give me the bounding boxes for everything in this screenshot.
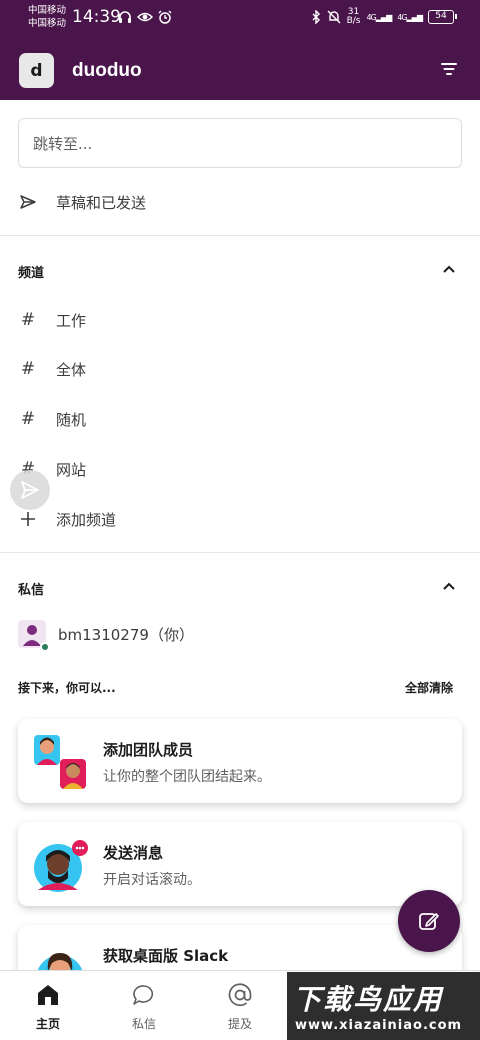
floating-send-button[interactable] xyxy=(10,470,50,510)
send-icon xyxy=(19,194,37,210)
online-status-dot xyxy=(40,642,50,652)
compose-button[interactable] xyxy=(398,890,460,952)
next-steps-title: 接下来，你可以... xyxy=(18,681,116,695)
tab-home[interactable]: 主页 xyxy=(18,981,78,1032)
card-title: 发送消息 xyxy=(103,844,164,862)
signal-1-icon: 4G▂▄▆ xyxy=(366,12,392,22)
watermark-url: www.xiazainiao.com xyxy=(295,1018,463,1033)
watermark-title: 下载鸟应用 xyxy=(293,983,444,1016)
channel-label: 随机 xyxy=(56,410,87,429)
add-channel-label: 添加频道 xyxy=(56,510,117,529)
network-speed: 31 B/s xyxy=(346,7,361,26)
channel-label: 工作 xyxy=(56,311,87,330)
channel-item[interactable]: # 网站 xyxy=(0,447,480,491)
status-bar: 中国移动 中国移动 14:39 31 B/s 4G▂▄▆ 4G▂▄▆ 54 xyxy=(0,0,480,38)
channel-item[interactable]: # 全体 xyxy=(0,347,480,391)
dm-bubble-icon xyxy=(133,985,154,1005)
channels-section-title[interactable]: 频道 xyxy=(18,262,44,281)
hash-icon: # xyxy=(20,310,36,330)
battery-icon: 54 xyxy=(428,10,457,24)
message-illustration-icon xyxy=(34,840,88,892)
channel-label: 全体 xyxy=(56,360,87,379)
jump-to-input[interactable]: 跳转至... xyxy=(18,118,462,168)
channel-item[interactable]: # 随机 xyxy=(0,397,480,441)
home-icon xyxy=(38,985,58,1005)
status-icons-left xyxy=(118,10,172,24)
avatar xyxy=(18,620,50,652)
add-channel-button[interactable]: 添加频道 xyxy=(0,497,480,541)
carrier-1: 中国移动 xyxy=(28,5,67,16)
carrier-labels: 中国移动 中国移动 xyxy=(28,4,66,30)
card-title: 添加团队成员 xyxy=(103,741,194,759)
tab-dms-label: 私信 xyxy=(131,1017,156,1031)
add-team-members-card[interactable]: 添加团队成员 让你的整个团队团结起来。 xyxy=(18,719,462,803)
clear-all-button[interactable]: 全部清除 xyxy=(405,679,453,696)
filter-icon[interactable] xyxy=(440,60,458,78)
tab-mentions[interactable]: 提及 xyxy=(210,981,270,1032)
card-subtitle: 开启对话滚动。 xyxy=(103,872,201,888)
hash-icon: # xyxy=(20,409,36,429)
tab-home-label: 主页 xyxy=(35,1017,60,1031)
hash-icon: # xyxy=(20,359,36,379)
dm-user-label: bm1310279（你） xyxy=(58,625,194,644)
eye-icon xyxy=(137,12,153,22)
channel-label: 网站 xyxy=(56,460,87,479)
chevron-up-icon[interactable] xyxy=(442,262,456,276)
paper-plane-icon xyxy=(21,481,39,499)
dm-item-self[interactable]: bm1310279（你） xyxy=(0,612,480,656)
dms-section-title[interactable]: 私信 xyxy=(18,579,44,598)
workspace-header: d duoduo xyxy=(0,38,480,100)
alarm-icon xyxy=(158,10,172,24)
headphones-icon xyxy=(119,11,131,23)
jump-to-placeholder: 跳转至... xyxy=(33,134,93,153)
tab-dms[interactable]: 私信 xyxy=(114,981,174,1032)
drafts-and-sent[interactable]: 草稿和已发送 xyxy=(0,180,480,224)
divider xyxy=(0,235,480,236)
watermark: 下载鸟应用 www.xiazainiao.com xyxy=(287,972,480,1040)
workspace-name[interactable]: duoduo xyxy=(72,60,142,82)
status-icons-right: 31 B/s 4G▂▄▆ 4G▂▄▆ 54 xyxy=(311,7,457,26)
carrier-2: 中国移动 xyxy=(28,18,67,29)
channel-item[interactable]: # 工作 xyxy=(0,298,480,342)
send-message-card[interactable]: 发送消息 开启对话滚动。 xyxy=(18,822,462,906)
workspace-avatar[interactable]: d xyxy=(19,53,54,88)
signal-2-icon: 4G▂▄▆ xyxy=(397,12,423,22)
compose-icon xyxy=(419,913,439,930)
card-subtitle: 让你的整个团队团结起来。 xyxy=(103,769,271,785)
team-illustration-icon xyxy=(34,735,86,789)
at-sign-icon xyxy=(228,983,252,1007)
chevron-up-icon[interactable] xyxy=(442,579,456,593)
plus-icon xyxy=(19,511,37,527)
tab-mentions-label: 提及 xyxy=(227,1017,252,1031)
divider xyxy=(0,552,480,553)
card-title: 获取桌面版 Slack xyxy=(103,947,229,965)
drafts-label: 草稿和已发送 xyxy=(56,193,147,212)
mute-bell-icon xyxy=(327,10,341,24)
clock: 14:39 xyxy=(72,7,121,27)
bluetooth-icon xyxy=(312,10,320,24)
